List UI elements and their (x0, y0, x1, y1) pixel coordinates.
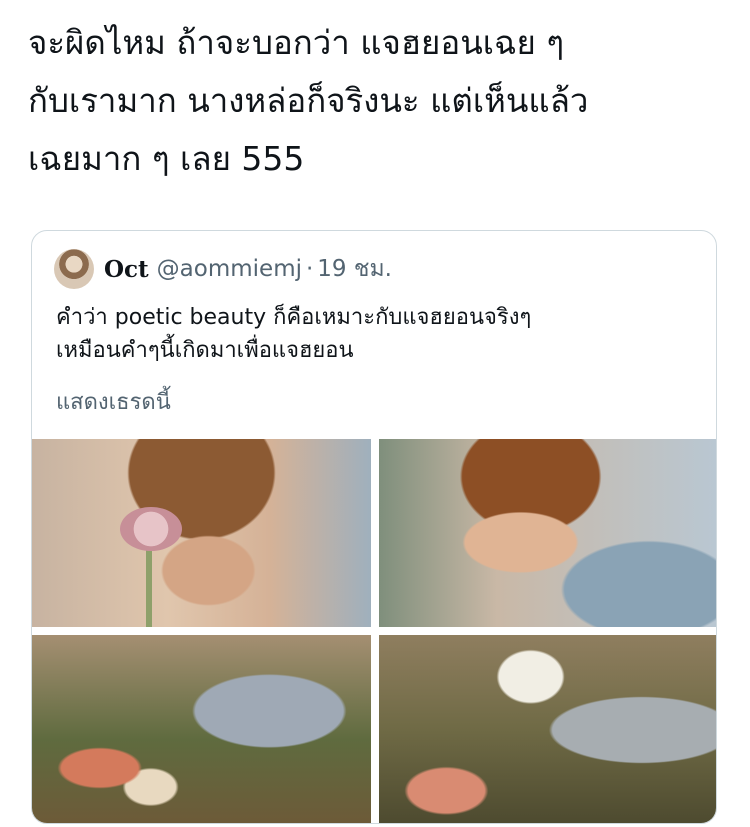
quoted-tweet-card[interactable]: Oct @aommiemj · 19 ชม. คำว่า poetic beau… (31, 230, 717, 824)
media-photo-3[interactable] (32, 635, 371, 823)
author-handle[interactable]: @aommiemj (157, 256, 302, 282)
flower-stem (146, 547, 152, 627)
quoted-tweet-text: คำว่า poetic beauty ก็คือเหมาะกับแจฮยอนจ… (56, 305, 532, 363)
post-time[interactable]: 19 ชม. (317, 251, 392, 287)
avatar[interactable] (54, 249, 94, 289)
tweet-text: จะผิดไหม ถ้าจะบอกว่า แจฮยอนเฉย ๆ กับเราม… (28, 23, 589, 178)
quoted-tweet-header: Oct @aommiemj · 19 ชม. (54, 249, 392, 289)
flower (120, 507, 182, 551)
meta-separator: · (305, 256, 314, 282)
show-thread-link[interactable]: แสดงเธรดนี้ (56, 384, 171, 419)
media-photo-1[interactable] (32, 439, 371, 627)
media-photo-4[interactable] (379, 635, 716, 823)
author-name[interactable]: Oct (104, 256, 149, 283)
media-grid (32, 439, 716, 823)
media-photo-2[interactable] (379, 439, 716, 627)
